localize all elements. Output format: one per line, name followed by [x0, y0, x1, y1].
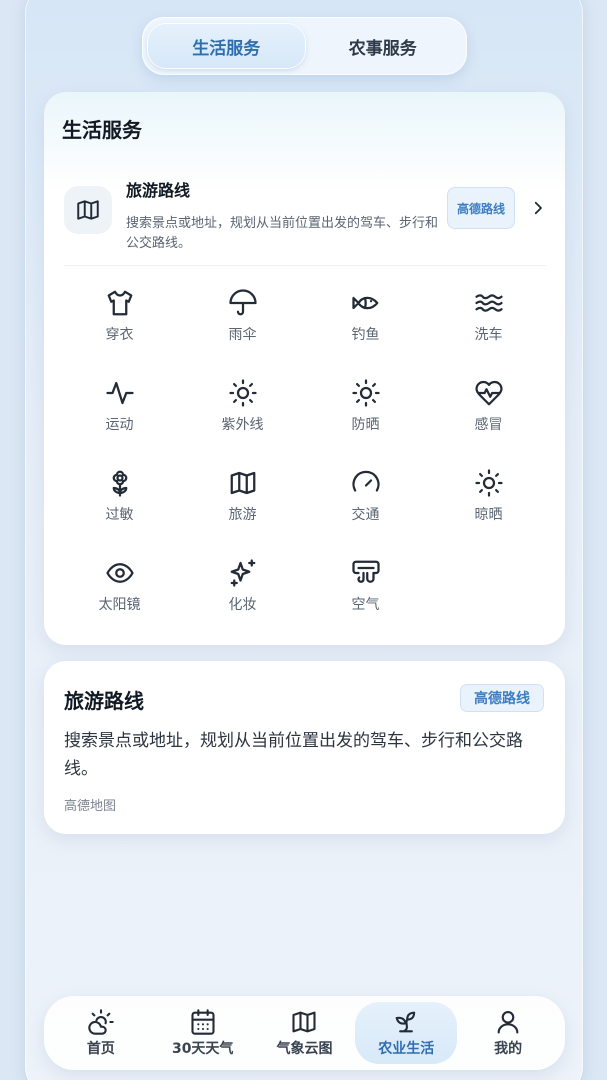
service-label: 空气 [351, 597, 380, 613]
divider [64, 265, 546, 266]
tab-label: 气象云图 [276, 1041, 333, 1057]
service-item-traffic[interactable]: 交通 [304, 464, 427, 554]
tab-home[interactable]: 首页 [50, 1002, 152, 1064]
service-item-clothing[interactable]: 穿衣 [58, 284, 181, 374]
source-label: 高德地图 [64, 799, 117, 814]
umbrella-icon [228, 289, 257, 316]
chevron-right-icon[interactable] [529, 198, 547, 218]
service-item-travel[interactable]: 旅游 [181, 464, 304, 554]
service-label: 穿衣 [105, 327, 134, 343]
service-item-sunscreen[interactable]: 防晒 [304, 374, 427, 464]
route-title[interactable]: 旅游路线 [126, 177, 190, 201]
amap-route-badge[interactable]: 高德路线 [447, 187, 515, 229]
tab-label: 我的 [494, 1041, 523, 1057]
service-label: 旅游 [228, 507, 257, 523]
service-segmented-control: 生活服务 农事服务 [142, 17, 467, 75]
service-label: 运动 [105, 417, 134, 433]
travel-route-title: 旅游路线 [64, 689, 144, 713]
travel-route-description: 搜索景点或地址，规划从当前位置出发的驾车、步行和公交路线。 [64, 731, 523, 779]
sun-icon [228, 379, 257, 407]
calendar-icon [191, 1009, 215, 1035]
service-label: 太阳镜 [98, 597, 141, 613]
service-item-sunglasses[interactable]: 太阳镜 [58, 554, 181, 644]
tab-label: 农业生活 [378, 1041, 435, 1057]
gauge-icon [351, 470, 380, 492]
service-label: 化妆 [228, 597, 257, 613]
segment-life-service[interactable]: 生活服务 [148, 24, 305, 68]
service-item-drying[interactable]: 晾晒 [427, 464, 550, 554]
service-item-sport[interactable]: 运动 [58, 374, 181, 464]
sun-icon [474, 469, 503, 497]
service-label: 紫外线 [221, 417, 264, 433]
map-icon [77, 200, 99, 220]
shirt-icon [107, 290, 132, 316]
eye-icon [105, 563, 134, 583]
tab-label: 首页 [86, 1041, 115, 1057]
service-grid: 穿衣 雨伞 钓鱼 洗车 运动 紫外线 防晒 感冒 过敏 旅游 交通 晾晒 太阳镜… [58, 284, 550, 644]
service-label: 钓鱼 [351, 327, 380, 343]
service-item-car-wash[interactable]: 洗车 [427, 284, 550, 374]
activity-icon [105, 381, 134, 405]
card-title: 生活服务 [62, 118, 142, 142]
map-icon [230, 471, 255, 495]
tab-cloud-map[interactable]: 气象云图 [254, 1002, 356, 1064]
service-label: 雨伞 [228, 327, 257, 343]
life-service-card: 生活服务 旅游路线 搜索景点或地址，规划从当前位置出发的驾车、步行和公交路线。 … [44, 92, 565, 645]
tab-agri-life[interactable]: 农业生活 [355, 1002, 458, 1064]
sparkles-icon [230, 559, 255, 587]
service-item-air[interactable]: 空气 [304, 554, 427, 644]
service-item-uv[interactable]: 紫外线 [181, 374, 304, 464]
waves-icon [474, 294, 503, 312]
service-label: 过敏 [105, 507, 134, 523]
sprout-icon [395, 1011, 416, 1033]
sun-icon [351, 379, 380, 407]
flower-icon [112, 470, 127, 497]
route-icon-box [64, 186, 112, 234]
cloud-sun-icon [88, 1009, 114, 1035]
map-icon [292, 1011, 317, 1033]
service-label: 交通 [351, 507, 380, 523]
fish-icon [351, 296, 378, 310]
travel-route-card[interactable]: 旅游路线 高德路线 搜索景点或地址，规划从当前位置出发的驾车、步行和公交路线。 … [44, 661, 565, 834]
heart-pulse-icon [474, 380, 503, 406]
service-label: 防晒 [351, 417, 380, 433]
tab-30-day-weather[interactable]: 30天天气 [152, 1002, 254, 1064]
service-item-fishing[interactable]: 钓鱼 [304, 284, 427, 374]
service-item-umbrella[interactable]: 雨伞 [181, 284, 304, 374]
segment-farm-service[interactable]: 农事服务 [305, 24, 462, 68]
service-label: 感冒 [474, 417, 503, 433]
amap-route-badge[interactable]: 高德路线 [460, 684, 544, 712]
bottom-tab-bar: 首页 30天天气 气象云图 农业生活 我的 [44, 996, 565, 1070]
service-label: 洗车 [474, 327, 503, 343]
air-vent-icon [351, 560, 380, 583]
tab-profile[interactable]: 我的 [457, 1002, 559, 1064]
user-icon [497, 1011, 519, 1034]
tab-label: 30天天气 [171, 1041, 234, 1057]
route-description: 搜索景点或地址，规划从当前位置出发的驾车、步行和公交路线。 [126, 216, 439, 251]
service-item-cold[interactable]: 感冒 [427, 374, 550, 464]
service-label: 晾晒 [474, 507, 503, 523]
service-item-makeup[interactable]: 化妆 [181, 554, 304, 644]
service-item-allergy[interactable]: 过敏 [58, 464, 181, 554]
